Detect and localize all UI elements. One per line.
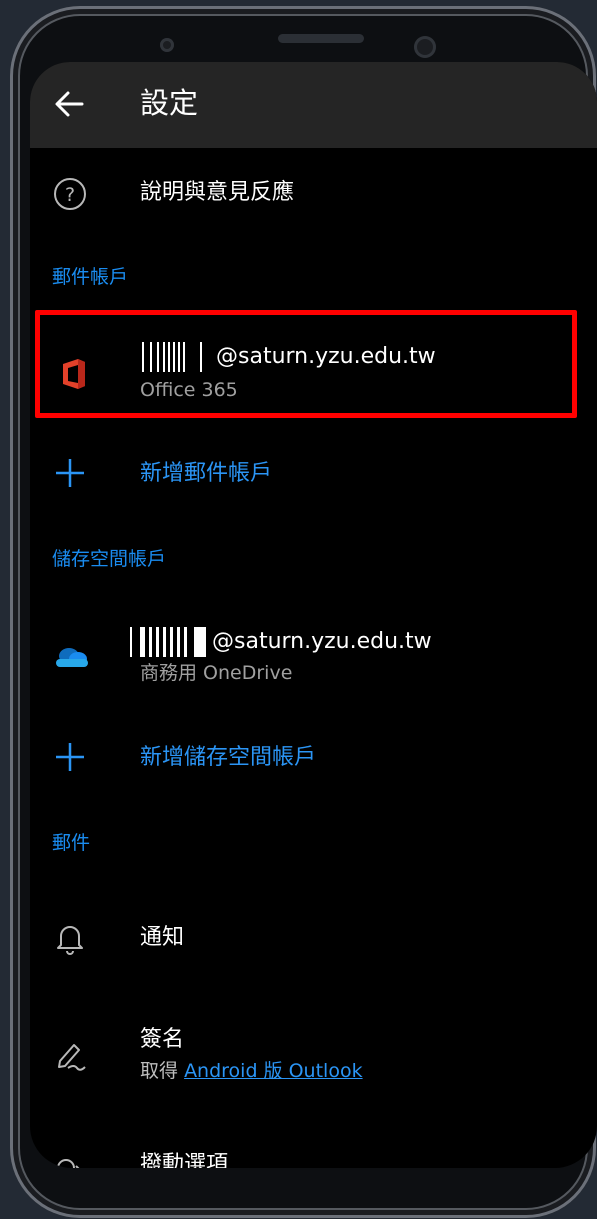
arrow-left-icon[interactable] — [52, 86, 88, 122]
signature-pen-icon — [58, 1044, 86, 1071]
signature-subtitle: 取得 Android 版 Outlook — [140, 1058, 363, 1084]
device-background: 設定 ? 說明與意見反應 郵件帳戶 @saturn.yzu.edu.tw Off… — [0, 0, 597, 1219]
svg-text:?: ? — [65, 184, 75, 206]
app-bar: 設定 — [30, 62, 597, 148]
help-feedback-label: 說明與意見反應 — [140, 180, 295, 205]
earpiece-speaker — [278, 34, 364, 43]
bell-icon — [57, 926, 83, 955]
plus-icon — [56, 459, 84, 487]
onedrive-icon — [56, 648, 88, 667]
storage-account-provider: 商務用 OneDrive — [140, 662, 293, 684]
swipe-icon — [57, 1159, 80, 1168]
add-mail-account-label: 新增郵件帳戶 — [140, 461, 273, 486]
section-storage-accounts: 儲存空間帳戶 — [52, 548, 167, 570]
front-camera-icon — [414, 36, 436, 58]
outlook-android-link[interactable]: Android 版 Outlook — [184, 1060, 363, 1082]
add-storage-account-label: 新增儲存空間帳戶 — [140, 745, 317, 770]
notifications-label: 通知 — [140, 925, 185, 950]
plus-icon — [56, 743, 84, 771]
signature-label: 簽名 — [140, 1027, 185, 1052]
section-mail-accounts: 郵件帳戶 — [52, 266, 129, 288]
swipe-options-label: 撥動選項 — [140, 1152, 229, 1168]
app-screen: 設定 ? 說明與意見反應 郵件帳戶 @saturn.yzu.edu.tw Off… — [30, 62, 597, 1168]
storage-account-email-domain: @saturn.yzu.edu.tw — [212, 629, 432, 654]
page-title: 設定 — [140, 86, 199, 120]
section-mail: 郵件 — [52, 832, 91, 854]
highlight-box — [35, 310, 577, 418]
storage-account-email: @saturn.yzu.edu.tw — [130, 625, 432, 659]
sensor-icon — [160, 38, 174, 52]
redacted-username-icon — [130, 627, 206, 657]
signature-sub-prefix: 取得 — [140, 1060, 179, 1082]
help-circle-icon: ? — [54, 178, 86, 210]
